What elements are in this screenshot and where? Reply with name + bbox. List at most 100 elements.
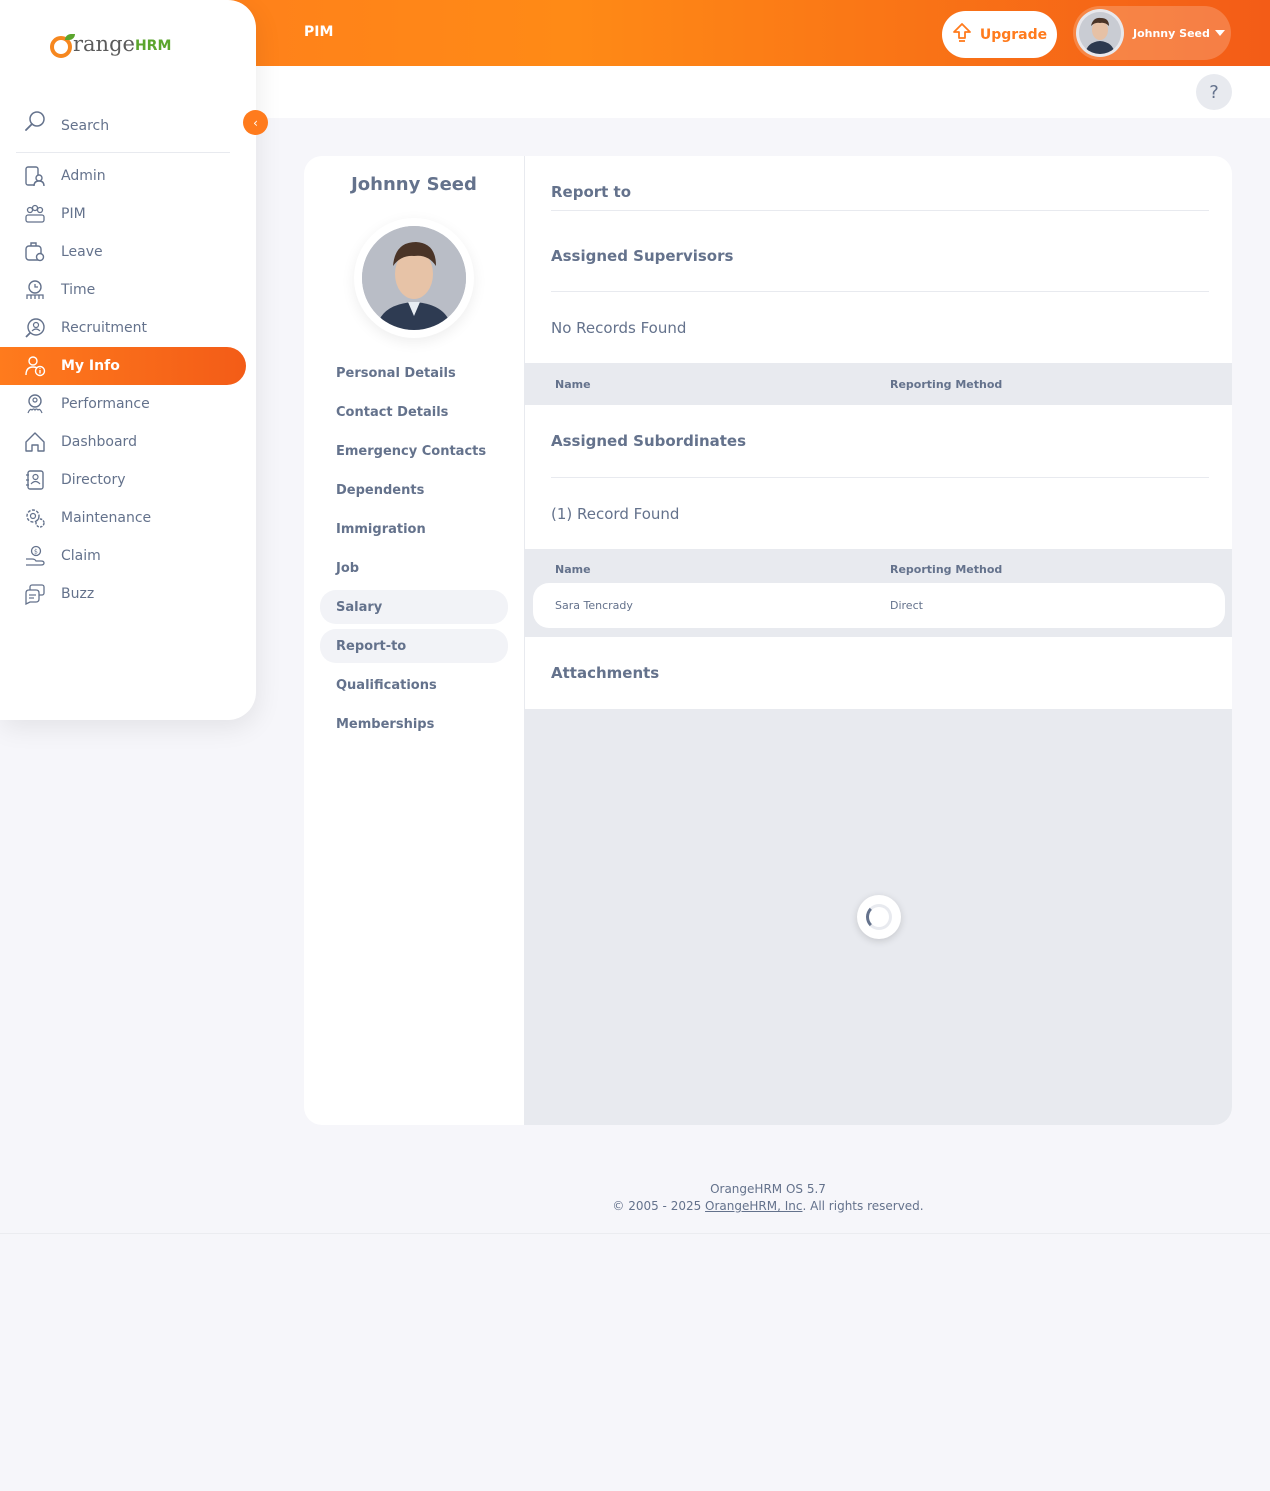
buzz-icon	[24, 583, 46, 605]
help-button[interactable]: ?	[1196, 74, 1232, 110]
sidebar-item-admin[interactable]: Admin	[0, 157, 256, 195]
company-link[interactable]: OrangeHRM, Inc	[705, 1199, 802, 1213]
tab-dependents[interactable]: Dependents	[320, 473, 508, 507]
employee-card: Johnny Seed Personal Details Contact Det…	[304, 156, 1232, 1125]
sidebar-divider	[16, 152, 230, 153]
tab-emergency-contacts[interactable]: Emergency Contacts	[320, 434, 508, 468]
search-label: Search	[61, 118, 110, 134]
subordinates-title: Assigned Subordinates	[551, 432, 747, 450]
sidebar-item-label: My Info	[61, 358, 120, 374]
employee-photo[interactable]	[354, 218, 474, 338]
footer-copyright: © 2005 - 2025 OrangeHRM, Inc. All rights…	[304, 1198, 1232, 1215]
tab-qualifications[interactable]: Qualifications	[320, 668, 508, 702]
sidebar-item-label: Directory	[61, 472, 126, 488]
footer-version: OrangeHRM OS 5.7	[710, 1182, 826, 1196]
sidebar: range HRM Search Admin PIM Leave Time Re…	[0, 0, 256, 720]
attachments-title: Attachments	[551, 664, 660, 682]
tab-personal-details[interactable]: Personal Details	[320, 356, 508, 390]
tab-job[interactable]: Job	[320, 551, 508, 585]
sidebar-search[interactable]: Search	[24, 110, 109, 136]
supervisors-table-header: Name Reporting Method	[525, 363, 1232, 405]
sidebar-item-maintenance[interactable]: Maintenance	[0, 499, 256, 537]
sidebar-item-buzz[interactable]: Buzz	[0, 575, 256, 613]
employee-tabs: Personal Details Contact Details Emergen…	[320, 356, 508, 746]
sidebar-item-label: PIM	[61, 206, 86, 222]
claim-icon: $	[24, 545, 46, 567]
sidebar-item-label: Admin	[61, 168, 106, 184]
loading-spinner-icon	[857, 895, 901, 939]
time-icon	[24, 279, 46, 301]
help-label: ?	[1209, 81, 1219, 103]
cell-reporting-method: Direct	[890, 599, 923, 612]
brand-range-text: range	[73, 32, 135, 56]
upgrade-button[interactable]: Upgrade	[942, 11, 1057, 58]
sidebar-item-label: Maintenance	[61, 510, 152, 526]
sidebar-item-pim[interactable]: PIM	[0, 195, 256, 233]
brand-logo[interactable]: range HRM	[50, 32, 172, 58]
upgrade-label: Upgrade	[979, 26, 1048, 43]
sidebar-item-label: Buzz	[61, 586, 95, 602]
sidebar-item-label: Leave	[61, 244, 103, 260]
report-to-title: Report to	[551, 183, 632, 201]
sidebar-item-recruitment[interactable]: Recruitment	[0, 309, 256, 347]
brand-hrm-text: HRM	[134, 38, 172, 54]
upgrade-arrow-icon	[952, 22, 972, 48]
directory-icon	[24, 469, 46, 491]
column-header-reporting-method: Reporting Method	[890, 378, 1003, 391]
dashboard-icon	[24, 431, 46, 453]
orange-logo-icon	[50, 34, 75, 58]
cell-name: Sara Tencrady	[555, 599, 633, 612]
sidebar-item-claim[interactable]: $ Claim	[0, 537, 256, 575]
sidebar-item-performance[interactable]: Performance	[0, 385, 256, 423]
attachments-loading-area	[525, 709, 1232, 1125]
sidebar-item-directory[interactable]: Directory	[0, 461, 256, 499]
tab-immigration[interactable]: Immigration	[320, 512, 508, 546]
tab-contact-details[interactable]: Contact Details	[320, 395, 508, 429]
report-to-panel: Report to Assigned Supervisors No Record…	[524, 156, 1232, 1125]
chevron-left-icon: ‹	[253, 115, 258, 130]
sidebar-item-label: Recruitment	[61, 320, 148, 336]
sidebar-item-label: Performance	[61, 396, 150, 412]
supervisors-title: Assigned Supervisors	[551, 247, 734, 265]
sidebar-item-dashboard[interactable]: Dashboard	[0, 423, 256, 461]
supervisors-record-count: No Records Found	[551, 319, 687, 337]
tab-report-to[interactable]: Report-to	[320, 629, 508, 663]
employee-name: Johnny Seed	[351, 174, 477, 195]
employee-avatar	[362, 226, 466, 330]
sidebar-collapse-button[interactable]: ‹	[243, 110, 268, 135]
user-dropdown[interactable]: Johnny Seed	[1073, 6, 1231, 60]
user-name: Johnny Seed	[1133, 26, 1210, 40]
pim-icon	[24, 203, 46, 225]
leave-icon	[24, 241, 46, 263]
performance-icon	[24, 393, 46, 415]
table-row[interactable]: Sara Tencrady Direct	[533, 583, 1225, 628]
section-divider	[551, 210, 1209, 211]
tab-memberships[interactable]: Memberships	[320, 707, 508, 741]
sidebar-item-time[interactable]: Time	[0, 271, 256, 309]
sidebar-item-leave[interactable]: Leave	[0, 233, 256, 271]
copyright-suffix: . All rights reserved.	[802, 1199, 924, 1213]
column-header-name: Name	[555, 378, 591, 391]
section-divider	[551, 477, 1209, 478]
subordinates-table: Name Reporting Method Sara Tencrady Dire…	[525, 549, 1232, 637]
my-info-icon	[24, 355, 46, 377]
footer: OrangeHRM OS 5.7 © 2005 - 2025 OrangeHRM…	[304, 1181, 1232, 1215]
search-icon	[24, 110, 46, 136]
sidebar-item-label: Claim	[61, 548, 101, 564]
copyright-prefix: © 2005 - 2025	[612, 1199, 706, 1213]
sidebar-item-label: Time	[61, 282, 96, 298]
caret-down-icon	[1214, 30, 1225, 36]
subordinates-record-count: (1) Record Found	[551, 505, 680, 523]
maintenance-icon	[24, 507, 46, 529]
recruitment-icon	[24, 317, 46, 339]
module-title: PIM	[304, 24, 334, 40]
user-avatar	[1076, 9, 1124, 57]
employee-profile-column: Johnny Seed Personal Details Contact Det…	[304, 156, 524, 1125]
admin-icon	[24, 165, 46, 187]
section-divider	[551, 291, 1209, 292]
tab-salary[interactable]: Salary	[320, 590, 508, 624]
sidebar-item-my-info[interactable]: My Info	[0, 347, 246, 385]
sidebar-item-label: Dashboard	[61, 434, 137, 450]
column-header-reporting-method: Reporting Method	[890, 563, 1003, 576]
column-header-name: Name	[555, 563, 591, 576]
